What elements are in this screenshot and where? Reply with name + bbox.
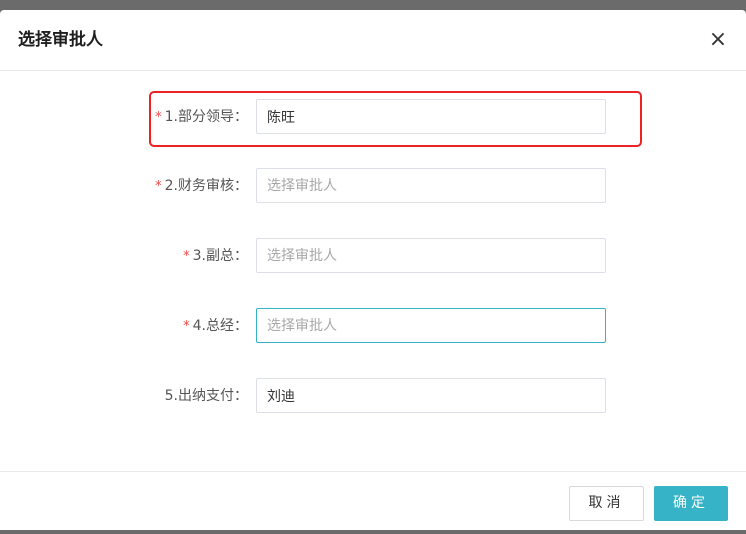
form-row-general-manager: * 4.总经： bbox=[0, 308, 746, 344]
form-row-cashier-payment: 5.出纳支付： bbox=[0, 378, 746, 414]
form-row-department-leader: * 1.部分领导： bbox=[0, 99, 746, 135]
department-leader-input[interactable] bbox=[256, 99, 606, 134]
required-mark: * bbox=[155, 110, 162, 125]
field-label-vice-president: * 3.副总： bbox=[183, 248, 248, 264]
cancel-button[interactable]: 取消 bbox=[569, 486, 644, 521]
confirm-button[interactable]: 确定 bbox=[654, 486, 728, 521]
field-label-department-leader: * 1.部分领导： bbox=[155, 109, 248, 125]
required-mark: * bbox=[183, 249, 190, 264]
field-label-finance-review: * 2.财务审核： bbox=[155, 178, 248, 194]
general-manager-input[interactable] bbox=[256, 308, 606, 343]
approver-dialog: 选择审批人 × *1.部分领导： *2.财务审核： *3.副总： *4.总经： … bbox=[0, 10, 746, 530]
field-label-cashier-payment: 5.出纳支付： bbox=[164, 388, 248, 404]
dialog-title: 选择审批人 bbox=[18, 30, 103, 50]
field-label-general-manager: * 4.总经： bbox=[183, 318, 248, 334]
finance-review-input[interactable] bbox=[256, 168, 606, 203]
form-row-finance-review: * 2.财务审核： bbox=[0, 168, 746, 204]
close-icon[interactable]: × bbox=[708, 28, 728, 52]
dialog-header: 选择审批人 × bbox=[0, 10, 746, 71]
cashier-payment-input[interactable] bbox=[256, 378, 606, 413]
vice-president-input[interactable] bbox=[256, 238, 606, 273]
dialog-footer: 取消 确定 bbox=[0, 471, 746, 530]
required-mark: * bbox=[155, 179, 162, 194]
form-row-vice-president: * 3.副总： bbox=[0, 238, 746, 274]
required-mark: * bbox=[183, 319, 190, 334]
